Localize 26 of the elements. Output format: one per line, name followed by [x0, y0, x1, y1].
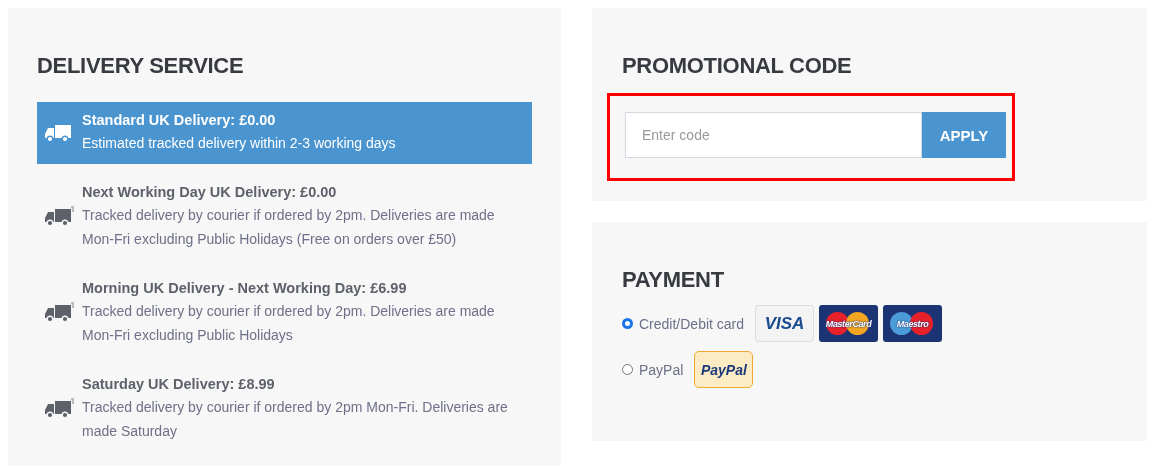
option-title: Standard UK Delivery: £0.00: [82, 111, 277, 130]
option-title: Morning UK Delivery - Next Working Day: £6.99: [82, 279, 408, 298]
option-title: Next Working Day UK Delivery: £0.00: [82, 183, 338, 202]
option-description: Tracked delivery by courier if ordered by 2pm. Deliveries are made Mon-Fri excluding Public Holidays: [82, 302, 496, 345]
code-input[interactable]: Enter code: [625, 112, 922, 158]
section-heading: PAYMENT: [622, 267, 725, 293]
card-logo: PayPal: [694, 351, 754, 388]
delivery-option[interactable]: Saturday UK Delivery: £8.99 Tracked delivery by courier if ordered by 2pm Mon-Fri. Deliveries are made Saturday: [37, 366, 532, 452]
card-logo: VISA: [755, 305, 815, 342]
delivery-option[interactable]: Standard UK Delivery: £0.00 Estimated tracked delivery within 2-3 working days: [37, 102, 532, 164]
payment-label: PayPal: [639, 361, 684, 378]
radio-button[interactable]: [622, 318, 633, 329]
payment-label: Credit/Debit card: [639, 315, 745, 332]
delivery-option[interactable]: Next Working Day UK Delivery: £0.00 Tracked delivery by courier if ordered by 2pm. Deliveries are made Mon-Fri excluding Public Holidays (Free on orders over £50): [37, 174, 532, 260]
truck-icon: [44, 397, 74, 420]
apply-button[interactable]: APPLY: [922, 112, 1006, 158]
option-title: Saturday UK Delivery: £8.99: [82, 375, 276, 394]
option-description: Tracked delivery by courier if ordered by 2pm Mon-Fri. Deliveries are made Saturday: [82, 398, 509, 441]
truck-icon: [44, 301, 74, 324]
section-heading: PROMOTIONAL CODE: [622, 53, 853, 79]
truck-icon: [44, 205, 74, 228]
radio-button[interactable]: [622, 364, 633, 375]
option-description: Tracked delivery by courier if ordered by 2pm. Deliveries are made Mon-Fri excluding Public Holidays (Free on orders over £50): [82, 206, 496, 249]
delivery-option[interactable]: Morning UK Delivery - Next Working Day: £6.99 Tracked delivery by courier if ordered by 2pm. Deliveries are made Mon-Fri excluding Public Holidays: [37, 270, 532, 356]
option-description: Estimated tracked delivery within 2-3 working days: [82, 134, 397, 153]
section-heading: DELIVERY SERVICE: [37, 53, 245, 79]
